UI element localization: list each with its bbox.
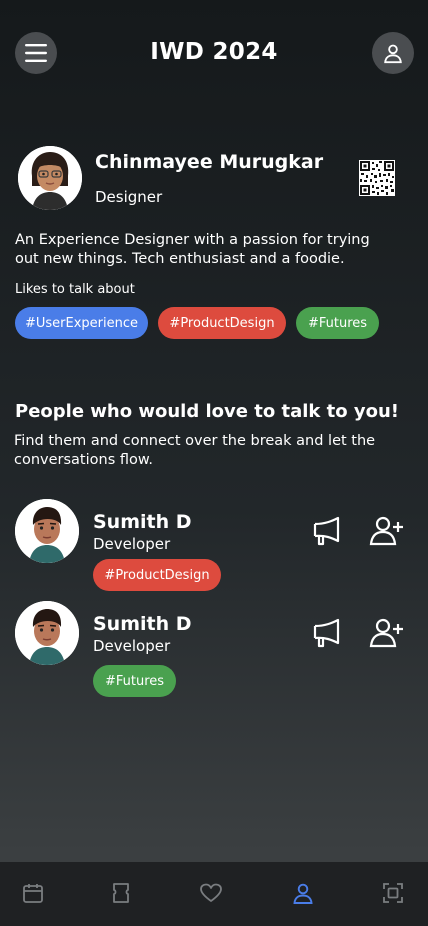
megaphone-icon[interactable] xyxy=(310,616,344,650)
tag-chip[interactable]: #UserExperience xyxy=(15,307,148,339)
megaphone-icon[interactable] xyxy=(310,514,344,548)
person-role: Developer xyxy=(93,637,171,655)
app-title: IWD 2024 xyxy=(150,39,278,65)
tag-chip[interactable]: #Futures xyxy=(296,307,379,339)
account-button[interactable] xyxy=(372,32,414,74)
calendar-icon[interactable] xyxy=(20,880,46,906)
person-avatar xyxy=(15,499,79,563)
person-role: Developer xyxy=(93,535,171,553)
profile-avatar xyxy=(18,146,82,210)
section-subtitle: Find them and connect over the break and… xyxy=(14,433,376,468)
scan-icon[interactable] xyxy=(380,880,406,906)
profile-bio: An Experience Designer with a passion fo… xyxy=(15,232,370,267)
tag-chip[interactable]: #ProductDesign xyxy=(93,559,221,591)
add-user-icon[interactable] xyxy=(369,514,403,548)
profile-role: Designer xyxy=(95,188,163,206)
tag-chip[interactable]: #ProductDesign xyxy=(158,307,286,339)
ticket-icon[interactable] xyxy=(108,880,134,906)
heart-icon[interactable] xyxy=(198,880,224,906)
person-name: Sumith D xyxy=(93,613,192,635)
bottom-nav xyxy=(0,862,428,926)
add-user-icon[interactable] xyxy=(369,616,403,650)
person-avatar xyxy=(15,601,79,665)
section-title: People who would love to talk to you! xyxy=(15,401,400,422)
profile-name: Chinmayee Murugkar xyxy=(95,151,324,173)
qr-code-icon[interactable] xyxy=(359,160,395,196)
likes-label: Likes to talk about xyxy=(15,282,135,297)
person-name: Sumith D xyxy=(93,511,192,533)
tag-chip[interactable]: #Futures xyxy=(93,665,176,697)
user-icon[interactable] xyxy=(290,880,316,906)
user-icon xyxy=(384,44,402,64)
